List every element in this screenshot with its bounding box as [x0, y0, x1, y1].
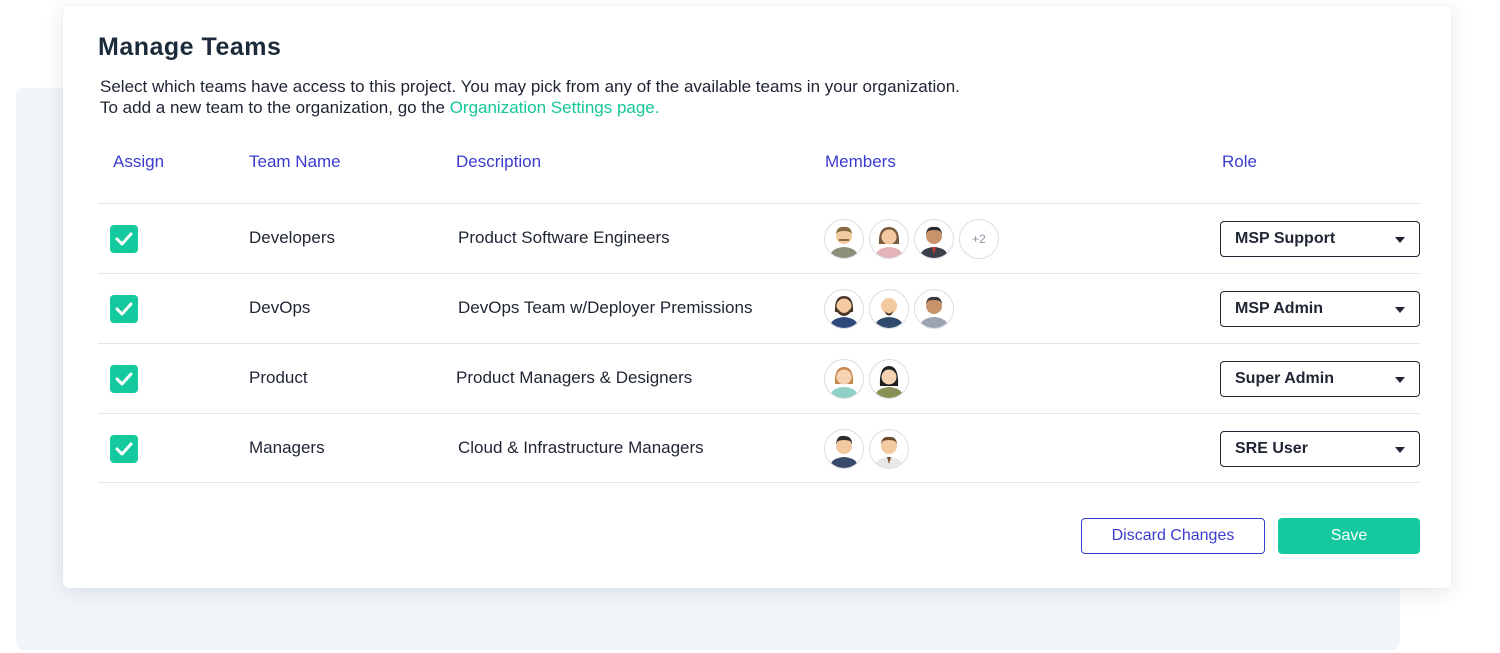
role-select-devops[interactable]: MSP Admin [1220, 291, 1420, 327]
role-select-managers[interactable]: SRE User [1220, 431, 1420, 467]
person-avatar-icon [830, 367, 858, 398]
member-avatar[interactable] [824, 429, 864, 469]
assign-checkbox-product[interactable] [110, 365, 138, 393]
person-avatar-icon [920, 296, 948, 328]
members-list [824, 429, 914, 469]
team-name: DevOps [249, 298, 311, 317]
member-avatar[interactable] [824, 219, 864, 259]
checkmark-icon [115, 302, 133, 316]
person-avatar-icon [830, 296, 858, 328]
assign-checkbox-managers[interactable] [110, 435, 138, 463]
page-description: Select which teams have access to this p… [100, 76, 960, 118]
save-button[interactable]: Save [1278, 518, 1420, 554]
members-list [824, 359, 914, 399]
member-avatar[interactable] [869, 289, 909, 329]
person-avatar-icon [875, 436, 903, 468]
person-avatar-icon [920, 226, 948, 258]
table-row: Developers Product Software Engineers +2… [98, 203, 1420, 273]
person-avatar-icon [830, 226, 858, 258]
caret-down-icon [1395, 237, 1405, 243]
member-avatar[interactable] [824, 289, 864, 329]
role-select-value: Super Admin [1235, 370, 1334, 387]
role-select-value: MSP Admin [1235, 300, 1324, 317]
member-avatar[interactable] [914, 219, 954, 259]
column-header-team-name: Team Name [249, 152, 341, 171]
team-name: Managers [249, 438, 325, 457]
member-avatar[interactable] [869, 429, 909, 469]
assign-checkbox-developers[interactable] [110, 225, 138, 253]
organization-settings-link[interactable]: Organization Settings page. [450, 98, 660, 117]
column-header-role: Role [1222, 152, 1257, 171]
person-avatar-icon [875, 227, 903, 258]
description-line-1: Select which teams have access to this p… [100, 77, 960, 96]
members-list [824, 289, 959, 329]
members-list: +2 [824, 219, 999, 259]
table-row: Product Product Managers & Designers Sup… [98, 343, 1420, 413]
column-header-description: Description [456, 152, 542, 171]
caret-down-icon [1395, 377, 1405, 383]
role-select-developers[interactable]: MSP Support [1220, 221, 1420, 257]
column-header-assign: Assign [113, 152, 165, 171]
person-avatar-icon [875, 366, 903, 398]
table-row: Managers Cloud & Infrastructure Managers… [98, 413, 1420, 483]
team-description: Product Managers & Designers [456, 368, 693, 387]
role-select-product[interactable]: Super Admin [1220, 361, 1420, 397]
team-description: Product Software Engineers [458, 228, 670, 247]
caret-down-icon [1395, 447, 1405, 453]
caret-down-icon [1395, 307, 1405, 313]
column-header-members: Members [825, 152, 896, 171]
page-title: Manage Teams [98, 33, 282, 61]
table-row: DevOps DevOps Team w/Deployer Premission… [98, 273, 1420, 343]
assign-checkbox-devops[interactable] [110, 295, 138, 323]
member-avatar[interactable] [914, 289, 954, 329]
manage-teams-dialog: Manage Teams Select which teams have acc… [63, 6, 1451, 588]
member-avatar[interactable] [869, 219, 909, 259]
person-avatar-icon [830, 435, 858, 468]
teams-table: Developers Product Software Engineers +2… [98, 203, 1420, 483]
more-members-badge[interactable]: +2 [959, 219, 999, 259]
team-name: Developers [249, 228, 335, 247]
team-name: Product [249, 368, 308, 387]
person-avatar-icon [875, 298, 903, 328]
discard-changes-button[interactable]: Discard Changes [1081, 518, 1265, 554]
member-avatar[interactable] [869, 359, 909, 399]
member-avatar[interactable] [824, 359, 864, 399]
team-description: DevOps Team w/Deployer Premissions [458, 298, 753, 317]
checkmark-icon [115, 232, 133, 246]
team-description: Cloud & Infrastructure Managers [458, 438, 704, 457]
role-select-value: SRE User [1235, 440, 1308, 457]
description-line-2: To add a new team to the organization, g… [100, 97, 960, 118]
checkmark-icon [115, 372, 133, 386]
checkmark-icon [115, 442, 133, 456]
role-select-value: MSP Support [1235, 230, 1336, 247]
description-line-2-text: To add a new team to the organization, g… [100, 98, 450, 117]
